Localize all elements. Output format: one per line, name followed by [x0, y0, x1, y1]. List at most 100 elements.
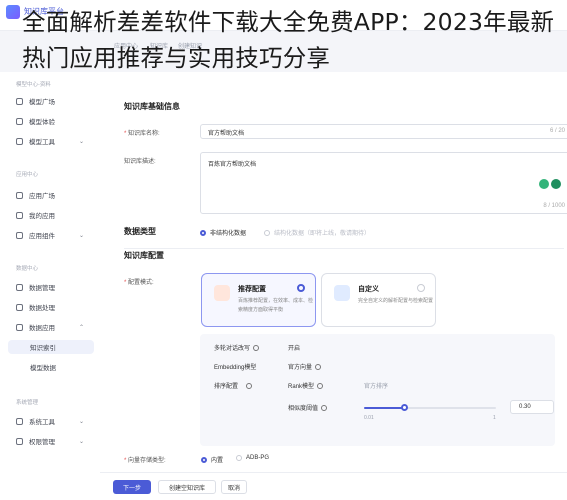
gear-icon [16, 323, 23, 331]
radio-custom[interactable] [417, 284, 425, 292]
sidebar-item-app-square[interactable]: 应用广场 [16, 188, 55, 202]
similarity-slider[interactable] [364, 404, 496, 411]
similarity-slider-fill [364, 407, 404, 409]
similarity-input[interactable]: 0.30 [510, 400, 554, 414]
sidebar-item-label: 知识索引 [30, 345, 56, 352]
assistant-icon[interactable] [539, 179, 549, 189]
overlay-title: 全面解析差差软件下载大全免费APP：2023年最新热门应用推荐与实用技巧分享 [22, 8, 555, 72]
create-empty-button[interactable]: 创建空知识库 [158, 480, 216, 494]
sidebar-section-system: 系统管理 [16, 400, 39, 406]
radio-vector-adbpg[interactable]: ADB-PG [236, 455, 269, 461]
sidebar-item-permissions[interactable]: 权限管理 ⌄ [16, 434, 84, 448]
similarity-label: 相似度阈值 [288, 403, 328, 412]
info-icon [315, 364, 322, 370]
sidebar-section-data: 数据中心 [16, 266, 39, 272]
chevron-down-icon: ⌄ [79, 138, 85, 145]
desc-label: 知识库描述: [124, 159, 156, 165]
sidebar-item-model-data[interactable]: 模型数据 [30, 360, 56, 374]
database-icon [16, 283, 23, 291]
apps-icon [16, 191, 23, 199]
card-recommended-title: 推荐配置 [238, 286, 266, 293]
tool-icon [16, 137, 23, 145]
layers-icon [334, 285, 350, 301]
similarity-min: 0.01 [364, 415, 374, 421]
sidebar-item-knowledge-index[interactable]: 知识索引 [8, 340, 94, 354]
radio-structured: 结构化数据（即将上线，敬请期待） [264, 228, 370, 237]
next-button[interactable]: 下一步 [113, 480, 151, 494]
user-app-icon [16, 211, 23, 219]
sidebar-item-label: 我的应用 [29, 213, 55, 220]
card-custom-desc: 完全自定义的解析配置与检索配置 [358, 298, 434, 304]
info-icon [317, 383, 324, 389]
sidebar-item-data-process[interactable]: 数据处理 [16, 300, 55, 314]
chevron-down-icon: ⌄ [79, 418, 85, 425]
sidebar-item-app-components[interactable]: 应用组件 ⌄ [16, 228, 84, 242]
embedding-label: Embedding模型 [214, 365, 257, 371]
similarity-input-value: 0.30 [519, 404, 531, 410]
sidebar-item-label: 数据管理 [29, 285, 55, 292]
sidebar-item-label: 权限管理 [29, 439, 55, 446]
rewrite-label: 多轮对话改写 [214, 343, 260, 352]
info-icon [253, 345, 260, 351]
rank-model-value: 官方排序 [364, 384, 389, 390]
divider [124, 248, 564, 249]
name-counter: 6 / 20 [549, 128, 565, 134]
footer-divider [100, 472, 567, 473]
desc-value: 百炼官方帮助文档 [208, 162, 257, 168]
sidebar-item-label: 模型广场 [29, 99, 55, 106]
radio-recommended[interactable] [297, 284, 305, 292]
sidebar-item-model-trial[interactable]: 模型体验 [16, 114, 55, 128]
section-title-basic: 知识库基础信息 [124, 102, 180, 111]
section-title-data-type: 数据类型 [124, 227, 156, 236]
sidebar: 模型中心-资料 模型广场 模型体验 模型工具 ⌄ 应用中心 应用广场 我的应用 应… [0, 72, 101, 500]
radio-dot [201, 456, 207, 463]
rank-label: 排序配置 [214, 381, 253, 390]
sidebar-item-label: 模型数据 [30, 365, 56, 372]
similarity-max: 1 [493, 415, 496, 421]
sidebar-item-label: 系统工具 [29, 419, 55, 426]
sidebar-item-label: 应用组件 [29, 233, 55, 240]
chevron-down-icon: ⌄ [79, 438, 85, 445]
rank-model-label: Rank模型 [288, 381, 324, 390]
card-custom-title: 自定义 [358, 286, 379, 293]
cancel-button[interactable]: 取消 [221, 480, 247, 494]
mode-label: * 配置模式: [124, 280, 154, 286]
embedding-value: 官方向量 [288, 362, 322, 371]
sidebar-item-label: 数据应用 [29, 325, 55, 332]
card-recommended[interactable]: 推荐配置 百炼推荐配置，在效率、成本、检索精度方面取得平衡 [201, 273, 316, 327]
similarity-slider-thumb[interactable] [400, 404, 408, 411]
shield-icon [16, 437, 23, 445]
sidebar-item-label: 模型体验 [29, 119, 55, 126]
sidebar-item-system-tools[interactable]: 系统工具 ⌄ [16, 414, 84, 428]
desc-textarea[interactable]: 百炼官方帮助文档 8 / 1000 [200, 152, 567, 214]
sidebar-item-my-apps[interactable]: 我的应用 [16, 208, 55, 222]
sidebar-item-label: 数据处理 [29, 305, 55, 312]
config-detail-panel: 多轮对话改写 开启 Embedding模型 官方向量 排序配置 Rank模型 官… [200, 334, 555, 446]
desc-counter: 8 / 1000 [543, 203, 565, 209]
radio-dot [200, 229, 206, 236]
chat-icon[interactable] [551, 179, 561, 189]
card-recommended-desc: 百炼推荐配置，在效率、成本、检索精度方面取得平衡 [238, 298, 314, 313]
card-custom[interactable]: 自定义 完全自定义的解析配置与检索配置 [321, 273, 436, 327]
sidebar-item-data-manage[interactable]: 数据管理 [16, 280, 55, 294]
info-icon [321, 405, 328, 411]
chevron-up-icon: ⌃ [79, 324, 85, 331]
radio-unstructured[interactable]: 非结构化数据 [200, 228, 246, 237]
sidebar-item-label: 模型工具 [29, 139, 55, 146]
info-icon [246, 383, 253, 389]
sidebar-section-app: 应用中心 [16, 172, 39, 178]
name-input[interactable]: 官方帮助文档 6 / 20 [200, 124, 567, 139]
component-icon [16, 231, 23, 239]
rewrite-value: 开启 [288, 346, 301, 352]
radio-dot [236, 455, 242, 461]
sidebar-section-model: 模型中心-资料 [16, 82, 51, 88]
radio-vector-builtin[interactable]: 内置 [201, 455, 223, 464]
sidebar-item-data-apps[interactable]: 数据应用 ⌃ [16, 320, 84, 334]
section-title-config: 知识库配置 [124, 251, 164, 260]
logo-icon [6, 5, 20, 19]
sidebar-item-model-square[interactable]: 模型广场 [16, 94, 55, 108]
chevron-down-icon: ⌄ [79, 232, 85, 239]
vector-store-label: * 向量存储类型: [124, 458, 166, 464]
play-icon [16, 117, 23, 125]
sidebar-item-model-tools[interactable]: 模型工具 ⌄ [16, 134, 84, 148]
